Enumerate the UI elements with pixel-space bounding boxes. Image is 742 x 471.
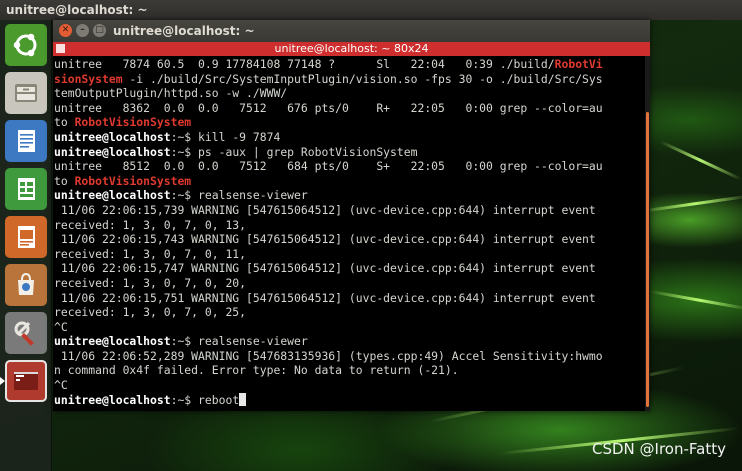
terminal-line: 11/06 22:06:15,743 WARNING [547615064512… <box>54 232 645 247</box>
launcher-item-terminal[interactable] <box>0 360 47 402</box>
ubuntu-dash-icon <box>13 33 37 57</box>
shell-prompt: unitree@localhost <box>54 129 171 144</box>
terminal-text: received: 1, 3, 0, 7, 0, 11, <box>54 246 247 261</box>
tab-menu-icon[interactable] <box>56 44 65 53</box>
terminal-line: unitree@localhost:~$ realsense-viewer <box>54 188 645 203</box>
shell-prompt: unitree@localhost <box>54 334 171 349</box>
launcher-item-software[interactable] <box>5 264 47 306</box>
csdn-watermark: CSDN @Iron-Fatty <box>592 440 726 458</box>
launcher-item-calc[interactable] <box>5 168 47 210</box>
grep-match: sionSystem <box>54 71 123 86</box>
wallpaper-light-trail <box>639 194 742 213</box>
shell-prompt: unitree@localhost <box>54 188 171 203</box>
terminal-text: 11/06 22:06:15,751 WARNING [547615064512… <box>54 290 596 305</box>
terminal-text: :~$ realsense-viewer <box>170 334 308 349</box>
terminal-line: unitree@localhost:~$ ps -aux | grep Robo… <box>54 145 645 160</box>
terminal-line: unitree 7874 60.5 0.9 17784108 77148 ? S… <box>54 57 645 72</box>
terminal-icon <box>14 372 38 390</box>
grep-match: RobotVisionSystem <box>74 173 192 188</box>
terminal-text: to <box>54 173 75 188</box>
terminal-text: to <box>54 115 75 130</box>
writer-document-icon <box>18 130 35 152</box>
terminal-line: 11/06 22:06:52,289 WARNING [547683135936… <box>54 349 645 364</box>
terminal-line: to RobotVisionSystem <box>54 174 645 189</box>
terminal-line: ^C <box>54 378 645 393</box>
terminal-text: unitree 8512 0.0 0.0 7512 684 pts/0 S+ 2… <box>54 159 603 174</box>
shell-prompt: unitree@localhost <box>54 144 171 159</box>
minimize-button[interactable]: – <box>76 24 89 37</box>
terminal-text: received: 1, 3, 0, 7, 0, 13, <box>54 217 247 232</box>
window-titlebar[interactable]: ✕ – □ unitree@localhost: ~ <box>53 20 650 42</box>
file-manager-icon <box>15 84 37 102</box>
calc-spreadsheet-icon <box>18 178 35 200</box>
terminal-text: unitree 7874 60.5 0.9 17784108 77148 ? S… <box>54 57 555 71</box>
terminal-line: unitree@localhost:~$ kill -9 7874 <box>54 130 645 145</box>
terminal-line: unitree@localhost:~$ realsense-viewer <box>54 334 645 349</box>
terminal-tab-bar[interactable]: unitree@localhost: ~ 80x24 <box>53 42 650 56</box>
top-panel-title: unitree@localhost: ~ <box>6 3 148 17</box>
terminal-tab-label: unitree@localhost: ~ 80x24 <box>274 42 429 55</box>
maximize-button[interactable]: □ <box>93 24 106 37</box>
terminal-line: received: 1, 3, 0, 7, 0, 13, <box>54 218 645 233</box>
terminal-text: received: 1, 3, 0, 7, 0, 20, <box>54 275 247 290</box>
launcher-item-impress[interactable] <box>5 216 47 258</box>
terminal-text: :~$ ps -aux | grep RobotVisionSystem <box>170 144 418 159</box>
terminal-text: 11/06 22:06:15,747 WARNING [547615064512… <box>54 261 596 276</box>
terminal-text: unitree 8362 0.0 0.0 7512 676 pts/0 R+ 2… <box>54 100 603 115</box>
terminal-line: n command 0x4f failed. Error type: No da… <box>54 363 645 378</box>
top-panel: unitree@localhost: ~ <box>0 0 742 20</box>
launcher <box>0 20 52 471</box>
terminal-line: ^C <box>54 320 645 335</box>
terminal-text: ^C <box>54 319 68 334</box>
terminal-scrollbar[interactable] <box>645 56 650 411</box>
terminal-line: 11/06 22:06:15,751 WARNING [547615064512… <box>54 291 645 306</box>
terminal-output[interactable]: unitree 7874 60.5 0.9 17784108 77148 ? S… <box>53 56 645 411</box>
minimize-icon: – <box>80 25 85 35</box>
terminal-text: temOutputPlugin/httpd.so -w ./WWW/ <box>54 86 288 101</box>
terminal-text: 11/06 22:06:15,743 WARNING [547615064512… <box>54 232 596 247</box>
terminal-text: received: 1, 3, 0, 7, 0, 25, <box>54 305 247 320</box>
terminal-text: ^C <box>54 378 68 393</box>
launcher-item-writer[interactable] <box>5 120 47 162</box>
terminal-line: 11/06 22:06:15,747 WARNING [547615064512… <box>54 261 645 276</box>
launcher-item-dash[interactable] <box>5 24 47 66</box>
impress-presentation-icon <box>18 226 35 248</box>
text-cursor <box>239 392 247 406</box>
launcher-item-settings[interactable] <box>5 312 47 354</box>
terminal-line: received: 1, 3, 0, 7, 0, 25, <box>54 305 645 320</box>
terminal-line: received: 1, 3, 0, 7, 0, 20, <box>54 276 645 291</box>
terminal-line: sionSystem -i ./build/Src/SystemInputPlu… <box>54 72 645 87</box>
scrollbar-thumb[interactable] <box>646 112 649 407</box>
close-button[interactable]: ✕ <box>59 24 72 37</box>
maximize-icon: □ <box>95 25 104 35</box>
grep-match: RobotVi <box>554 57 603 71</box>
terminal-line: unitree 8362 0.0 0.0 7512 676 pts/0 R+ 2… <box>54 101 645 116</box>
terminal-line: received: 1, 3, 0, 7, 0, 11, <box>54 247 645 262</box>
terminal-text: n command 0x4f failed. Error type: No da… <box>54 363 459 378</box>
terminal-text: :~$ reboot <box>170 392 240 407</box>
window-title: unitree@localhost: ~ <box>113 24 255 38</box>
terminal-line: to RobotVisionSystem <box>54 115 645 130</box>
close-icon: ✕ <box>61 25 70 35</box>
launcher-item-files[interactable] <box>5 72 47 114</box>
terminal-window: ✕ – □ unitree@localhost: ~ unitree@local… <box>53 20 650 411</box>
software-center-icon <box>18 272 34 295</box>
terminal-line: unitree@localhost:~$ reboot <box>54 392 645 408</box>
terminal-line: unitree 8512 0.0 0.0 7512 684 pts/0 S+ 2… <box>54 159 645 174</box>
terminal-line: temOutputPlugin/httpd.so -w ./WWW/ <box>54 86 645 101</box>
terminal-line: 11/06 22:06:15,739 WARNING [547615064512… <box>54 203 645 218</box>
terminal-text: :~$ realsense-viewer <box>170 188 308 203</box>
terminal-text: :~$ kill -9 7874 <box>170 129 281 144</box>
terminal-text: 11/06 22:06:52,289 WARNING [547683135936… <box>54 348 603 363</box>
wallpaper-light-trail <box>659 140 742 181</box>
terminal-text: -i ./build/Src/SystemInputPlugin/vision.… <box>122 71 603 86</box>
system-settings-icon <box>14 321 34 346</box>
shell-prompt: unitree@localhost <box>54 392 171 407</box>
terminal-text: 11/06 22:06:15,739 WARNING [547615064512… <box>54 202 596 217</box>
grep-match: RobotVisionSystem <box>74 115 192 130</box>
wallpaper-light-trail <box>649 290 742 311</box>
